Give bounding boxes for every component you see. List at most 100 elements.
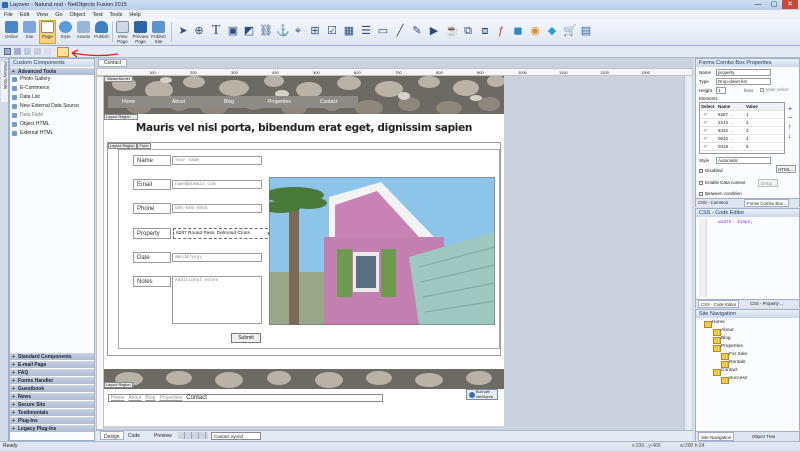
widget-tool-icon[interactable]: ▤ [580,23,592,39]
shape-tool-icon[interactable]: ◩ [243,23,255,39]
section-standard-components[interactable]: Standard Components [10,352,94,361]
name-input[interactable]: Your name [172,156,262,165]
html-button[interactable]: HTML... [776,165,796,173]
section-forms-handler[interactable]: Forms Handler [10,376,94,385]
publish-site-button[interactable]: Publish Site [150,21,167,44]
section-guestbook[interactable]: Guestbook [10,384,94,393]
tab-preview[interactable]: Preview [154,431,172,441]
multi-select-checkbox[interactable]: Multi select [760,87,789,92]
name-field[interactable]: property [716,69,771,76]
media-tool-icon[interactable]: ▶ [428,23,440,39]
text-tool-icon[interactable]: T [210,23,222,39]
notes-textarea[interactable]: Additional notes [172,276,262,324]
form-tool-icon[interactable]: ☑ [326,23,338,39]
nav-blog[interactable]: Blog [224,96,234,108]
tree-properties[interactable]: Properties [713,343,743,352]
anchor-tool-icon[interactable]: ⚓ [276,23,290,39]
zoom-icon[interactable] [44,48,51,55]
publish-button[interactable]: Publish [93,21,110,39]
primary-tools-tab[interactable]: Primary Tools [1,62,8,102]
section-faq[interactable]: FAQ [10,368,94,377]
page-button[interactable]: Page [39,20,56,44]
tab-forms-combo-box[interactable]: Forms Combo Box... [744,199,790,207]
grid-icon[interactable] [14,48,21,55]
photo-gallery-item[interactable]: Photo Gallery [10,75,94,84]
preview-page-button[interactable]: Preview Page [132,21,149,44]
layout-region-tool-icon[interactable]: ⊞ [309,23,321,39]
object-html-item[interactable]: Object HTML [10,120,94,129]
elements-table[interactable]: Select Name Value □ 6287 ... 1 □ 2213 ... 2 … [699,102,785,154]
close-button[interactable]: ✕ [782,0,798,9]
navbar-tool-icon[interactable]: ☰ [360,23,372,39]
line-tool-icon[interactable]: ╱ [394,23,406,39]
layout-icon[interactable] [4,48,11,55]
java-tool-icon[interactable]: ☕ [445,23,459,39]
flash-tool-icon[interactable]: ƒ [495,23,507,39]
table-row[interactable]: □ 6287 ... 1 [700,111,784,119]
minimize-button[interactable]: — [750,0,766,9]
form-region[interactable]: Layout Region Form Name Your name Email … [107,142,501,356]
maximize-button[interactable]: ▢ [766,0,782,9]
tree-success[interactable]: Success [721,375,747,384]
ecommerce-tool-icon[interactable]: ⧈ [479,23,491,39]
footer-link-about[interactable]: About [128,395,141,401]
height-field[interactable]: 1 [716,87,726,94]
tree-about[interactable]: About [713,327,734,336]
banner-tool-icon[interactable]: ▭ [377,23,389,39]
table-row[interactable]: □ 0632 ... 4 [700,135,784,143]
online-button[interactable]: Online [3,21,20,39]
nav-about[interactable]: About [172,96,185,108]
tab-contact[interactable]: Contact [98,59,128,67]
menu-object[interactable]: Object [70,12,86,18]
add-element-icon[interactable]: + [788,105,792,114]
assets-button[interactable]: Assets [75,21,92,39]
menu-go[interactable]: Go [55,12,62,18]
menu-file[interactable]: File [4,12,13,18]
pdf-tool-icon[interactable]: ◼ [512,23,524,39]
data-list-item[interactable]: Data List [10,93,94,102]
advanced-tools-group[interactable]: Advanced Tools [10,67,94,76]
cart-tool-icon[interactable]: 🛒 [563,23,577,39]
table-row[interactable]: □ 2213 ... 2 [700,119,784,127]
pointer-tool-icon[interactable]: ➤ [177,23,189,39]
gallery-tool-icon[interactable]: ⧉ [462,23,474,39]
link-tool-icon[interactable]: ⛓ [259,23,273,39]
property-combo-box[interactable]: 6287 Round Pass, Delmond Cross ▾ [173,228,273,239]
enable-data-context-checkbox[interactable]: Enable Data context [699,180,746,185]
site-button[interactable]: Site [21,21,38,39]
menu-text[interactable]: Text [92,12,102,18]
page-heading[interactable]: Mauris vel nisl porta, bibendum erat ege… [104,122,504,134]
tab-css-code-editor[interactable]: CSS - Code Editor [698,300,740,308]
section-email-page[interactable]: E-mail Page [10,360,94,369]
section-legacy-plug-ins[interactable]: Legacy Plug-Ins [10,424,94,433]
menu-tools[interactable]: Tools [110,12,123,18]
guides-icon[interactable] [34,48,41,55]
section-secure-site[interactable]: Secure Site [10,400,94,409]
footer-link-properties[interactable]: Properties [159,395,182,401]
style-button[interactable]: Style [57,21,74,39]
built-with-badge[interactable]: Built with NetObjects [466,389,498,400]
plugin-tool-icon[interactable]: ◉ [529,23,541,39]
tab-design[interactable]: Design [100,431,124,440]
tree-contact[interactable]: Contact [713,367,738,376]
new-external-data-source-item[interactable]: New External Data Source [10,102,94,111]
table-row[interactable]: □ 8432 ... 3 [700,127,784,135]
move-down-icon[interactable]: ↓ [788,132,792,141]
submit-button[interactable]: Submit [231,333,261,343]
tree-for-sale[interactable]: For Sale [721,351,747,360]
social-tool-icon[interactable]: ◆ [546,23,558,39]
disabled-checkbox[interactable]: Disabled [699,168,723,173]
tree-blog[interactable]: Blog [713,335,731,344]
tab-css-property[interactable]: CSS - Property ... [750,300,784,308]
image-tool-icon[interactable]: ▣ [227,23,239,39]
layout-buttons[interactable] [178,432,208,439]
tree-rentals[interactable]: Rentals [721,359,745,368]
menu-help[interactable]: Help [129,12,140,18]
section-testimonials[interactable]: Testimonials [10,408,94,417]
data-field-item[interactable]: Data Field [10,111,94,120]
phone-input[interactable]: 555-555-5555 [172,204,262,213]
move-up-icon[interactable]: ↑ [788,123,792,132]
tab-site-navigation[interactable]: Site Navigation [698,432,735,441]
table-tool-icon[interactable]: ▦ [343,23,355,39]
tab-object-tree[interactable]: Object Tree [752,432,775,441]
